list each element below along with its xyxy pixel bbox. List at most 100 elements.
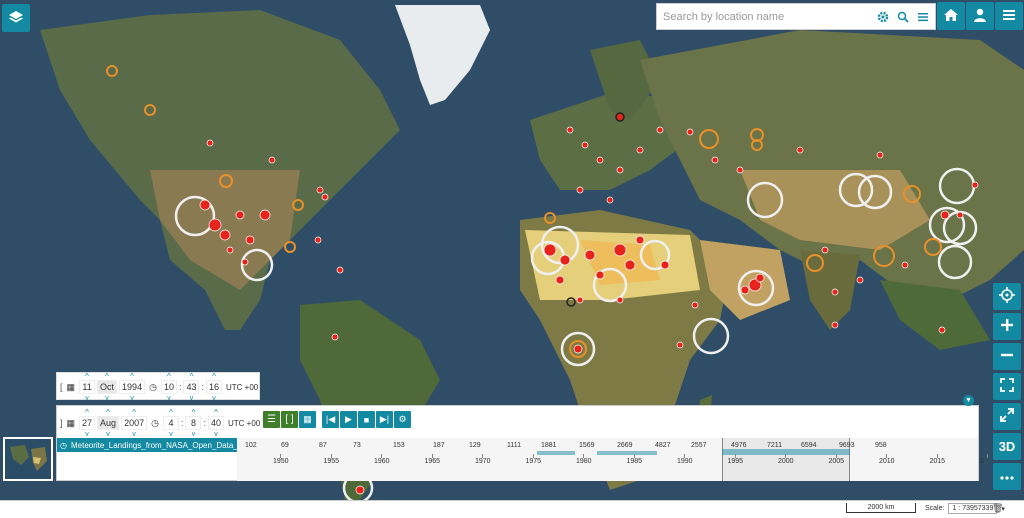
end-day-field[interactable]: 27: [79, 416, 96, 430]
play-button[interactable]: ▶: [340, 411, 357, 428]
basemap-thumbnail[interactable]: [3, 437, 53, 481]
minus-icon: [1000, 348, 1014, 365]
histogram-year: 1990: [677, 458, 693, 465]
histogram-count: 7211: [767, 442, 783, 449]
locate-button[interactable]: [993, 283, 1021, 310]
step-forward-button[interactable]: ▶|: [376, 411, 393, 428]
list-icon[interactable]: [915, 9, 931, 25]
gear-icon[interactable]: [875, 9, 891, 25]
histogram-count: 1569: [579, 442, 595, 449]
start-hour-field[interactable]: 10: [160, 380, 177, 394]
histogram-tick: [987, 454, 988, 458]
histogram-count: 1881: [541, 442, 557, 449]
calendar-icon[interactable]: ▦: [67, 418, 76, 429]
fullscreen-button[interactable]: [993, 373, 1021, 400]
histogram-year: 2000: [778, 458, 794, 465]
skip-forward-icon: ▶|: [379, 414, 390, 424]
histogram-year: 1980: [576, 458, 592, 465]
layers-icon: [8, 9, 24, 28]
clock-icon: ◷: [151, 417, 159, 428]
clock-icon: ◷: [149, 381, 157, 392]
end-second-field[interactable]: 40: [207, 416, 224, 430]
list-icon: ☰: [267, 414, 276, 425]
more-button[interactable]: [993, 463, 1021, 490]
calendar-icon: ▦: [303, 414, 312, 424]
range-button[interactable]: [ ]: [281, 411, 298, 428]
histogram-count: 2557: [691, 442, 707, 449]
histogram-count: 87: [319, 442, 327, 449]
menu-button[interactable]: [995, 2, 1023, 30]
gear-icon: ⚙: [398, 414, 407, 424]
histogram-count: 1111: [507, 442, 522, 449]
histogram-count: 129: [469, 442, 481, 449]
map-controls: 3D: [993, 283, 1021, 490]
histogram-year: 1985: [626, 458, 643, 465]
histogram-year: 2: [980, 458, 984, 465]
histogram-year: 1960: [374, 458, 390, 465]
histogram-count: 73: [353, 442, 361, 449]
calendar-icon[interactable]: ▦: [67, 382, 76, 393]
start-day-field[interactable]: 11: [79, 380, 96, 394]
timeline-settings-button[interactable]: ⚙: [394, 411, 411, 428]
histogram-year: 1965: [424, 458, 441, 465]
timeline-layer-row[interactable]: ◷ Meteorite_Landings_from_NASA_Open_Data…: [57, 438, 237, 452]
start-minute-field[interactable]: 43: [183, 380, 200, 394]
skip-back-icon: |◀: [325, 414, 336, 424]
start-second-field[interactable]: 16: [206, 380, 223, 394]
crosshair-icon: [999, 287, 1015, 306]
end-hour-field[interactable]: 4: [162, 416, 179, 430]
end-timezone: UTC +00: [228, 418, 261, 428]
histogram-year: 2015: [929, 458, 946, 465]
trash-icon[interactable]: 🗑: [992, 503, 1003, 514]
expand-icon: [1000, 378, 1014, 395]
3d-toggle-button[interactable]: 3D: [993, 433, 1021, 460]
scale-dropdown[interactable]: 1 : 73957339: [948, 503, 998, 514]
play-icon: ▶: [345, 414, 352, 424]
scale-bar: 2000 km: [846, 503, 916, 513]
histogram-year: 2005: [828, 458, 845, 465]
app: 3D [ ▦ 11 Oct 1994 ◷ 10: 43: 16 UTC +00 …: [0, 0, 1024, 518]
histogram-count: 187: [433, 442, 445, 449]
step-back-button[interactable]: |◀: [322, 411, 339, 428]
timeline-histogram[interactable]: 102 69 87 73 153 187 129 1111 1881 1569 2669 4827 25…: [237, 438, 988, 481]
maximize-button[interactable]: [993, 403, 1021, 430]
histogram-year: 1955: [323, 458, 340, 465]
end-minute-field[interactable]: 8: [185, 416, 202, 430]
histogram-count: 6594: [801, 442, 817, 449]
layers-button[interactable]: [2, 4, 30, 32]
zoom-in-button[interactable]: [993, 313, 1021, 340]
histogram-count: 102: [245, 442, 257, 449]
histogram-year: 1975: [525, 458, 542, 465]
stop-button[interactable]: ■: [358, 411, 375, 428]
bracket-icon: ]: [60, 418, 63, 428]
calendar-button[interactable]: ▦: [299, 411, 316, 428]
collapse-timeline-button[interactable]: ▼: [963, 395, 974, 406]
brackets-icon: [ ]: [285, 414, 294, 425]
start-year-field[interactable]: 1994: [119, 380, 146, 394]
end-month-field[interactable]: Aug: [97, 416, 120, 430]
user-button[interactable]: [966, 2, 994, 30]
start-month-field[interactable]: Oct: [97, 380, 118, 394]
histogram-count: 4976: [731, 442, 747, 449]
histogram-year: 1970: [475, 458, 491, 465]
home-button[interactable]: [937, 2, 965, 30]
end-year-field[interactable]: 2007: [121, 416, 148, 430]
scale-label: Scale:: [925, 505, 945, 512]
timeline-start-panel: [ ▦ 11 Oct 1994 ◷ 10: 43: 16 UTC +00: [56, 372, 260, 400]
histogram-count: 153: [393, 442, 405, 449]
layer-name: Meteorite_Landings_from_NASA_Open_Data_P…: [70, 440, 237, 450]
end-datetime: ] ▦ 27 Aug 2007 ◷ 4: 8: 40 UTC +00: [59, 409, 260, 437]
histogram-year: 2010: [879, 458, 895, 465]
top-toolbar: [937, 2, 1023, 30]
search-icon[interactable]: [895, 9, 911, 25]
start-timezone: UTC +00: [226, 382, 259, 392]
list-view-button[interactable]: ☰: [263, 411, 280, 428]
bracket-icon: [: [60, 382, 63, 392]
plus-icon: [1000, 318, 1014, 335]
zoom-out-button[interactable]: [993, 343, 1021, 370]
user-icon: [972, 7, 988, 26]
search-bar: [656, 3, 936, 30]
histogram-year: 1995: [727, 458, 744, 465]
search-input[interactable]: [657, 4, 875, 29]
maximize-icon: [1000, 408, 1014, 425]
